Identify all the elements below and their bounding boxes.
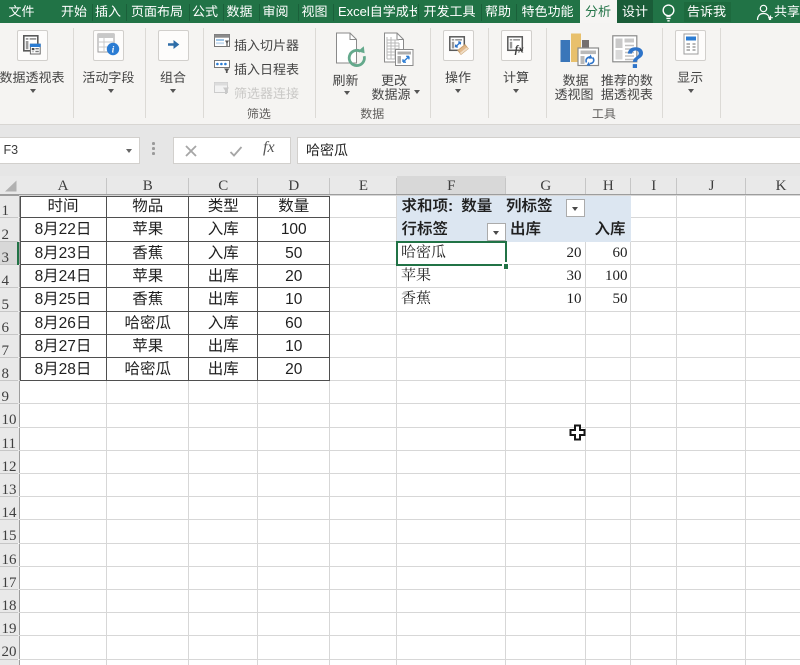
- svg-text:?: ?: [626, 42, 644, 71]
- svg-text:fx: fx: [515, 43, 525, 55]
